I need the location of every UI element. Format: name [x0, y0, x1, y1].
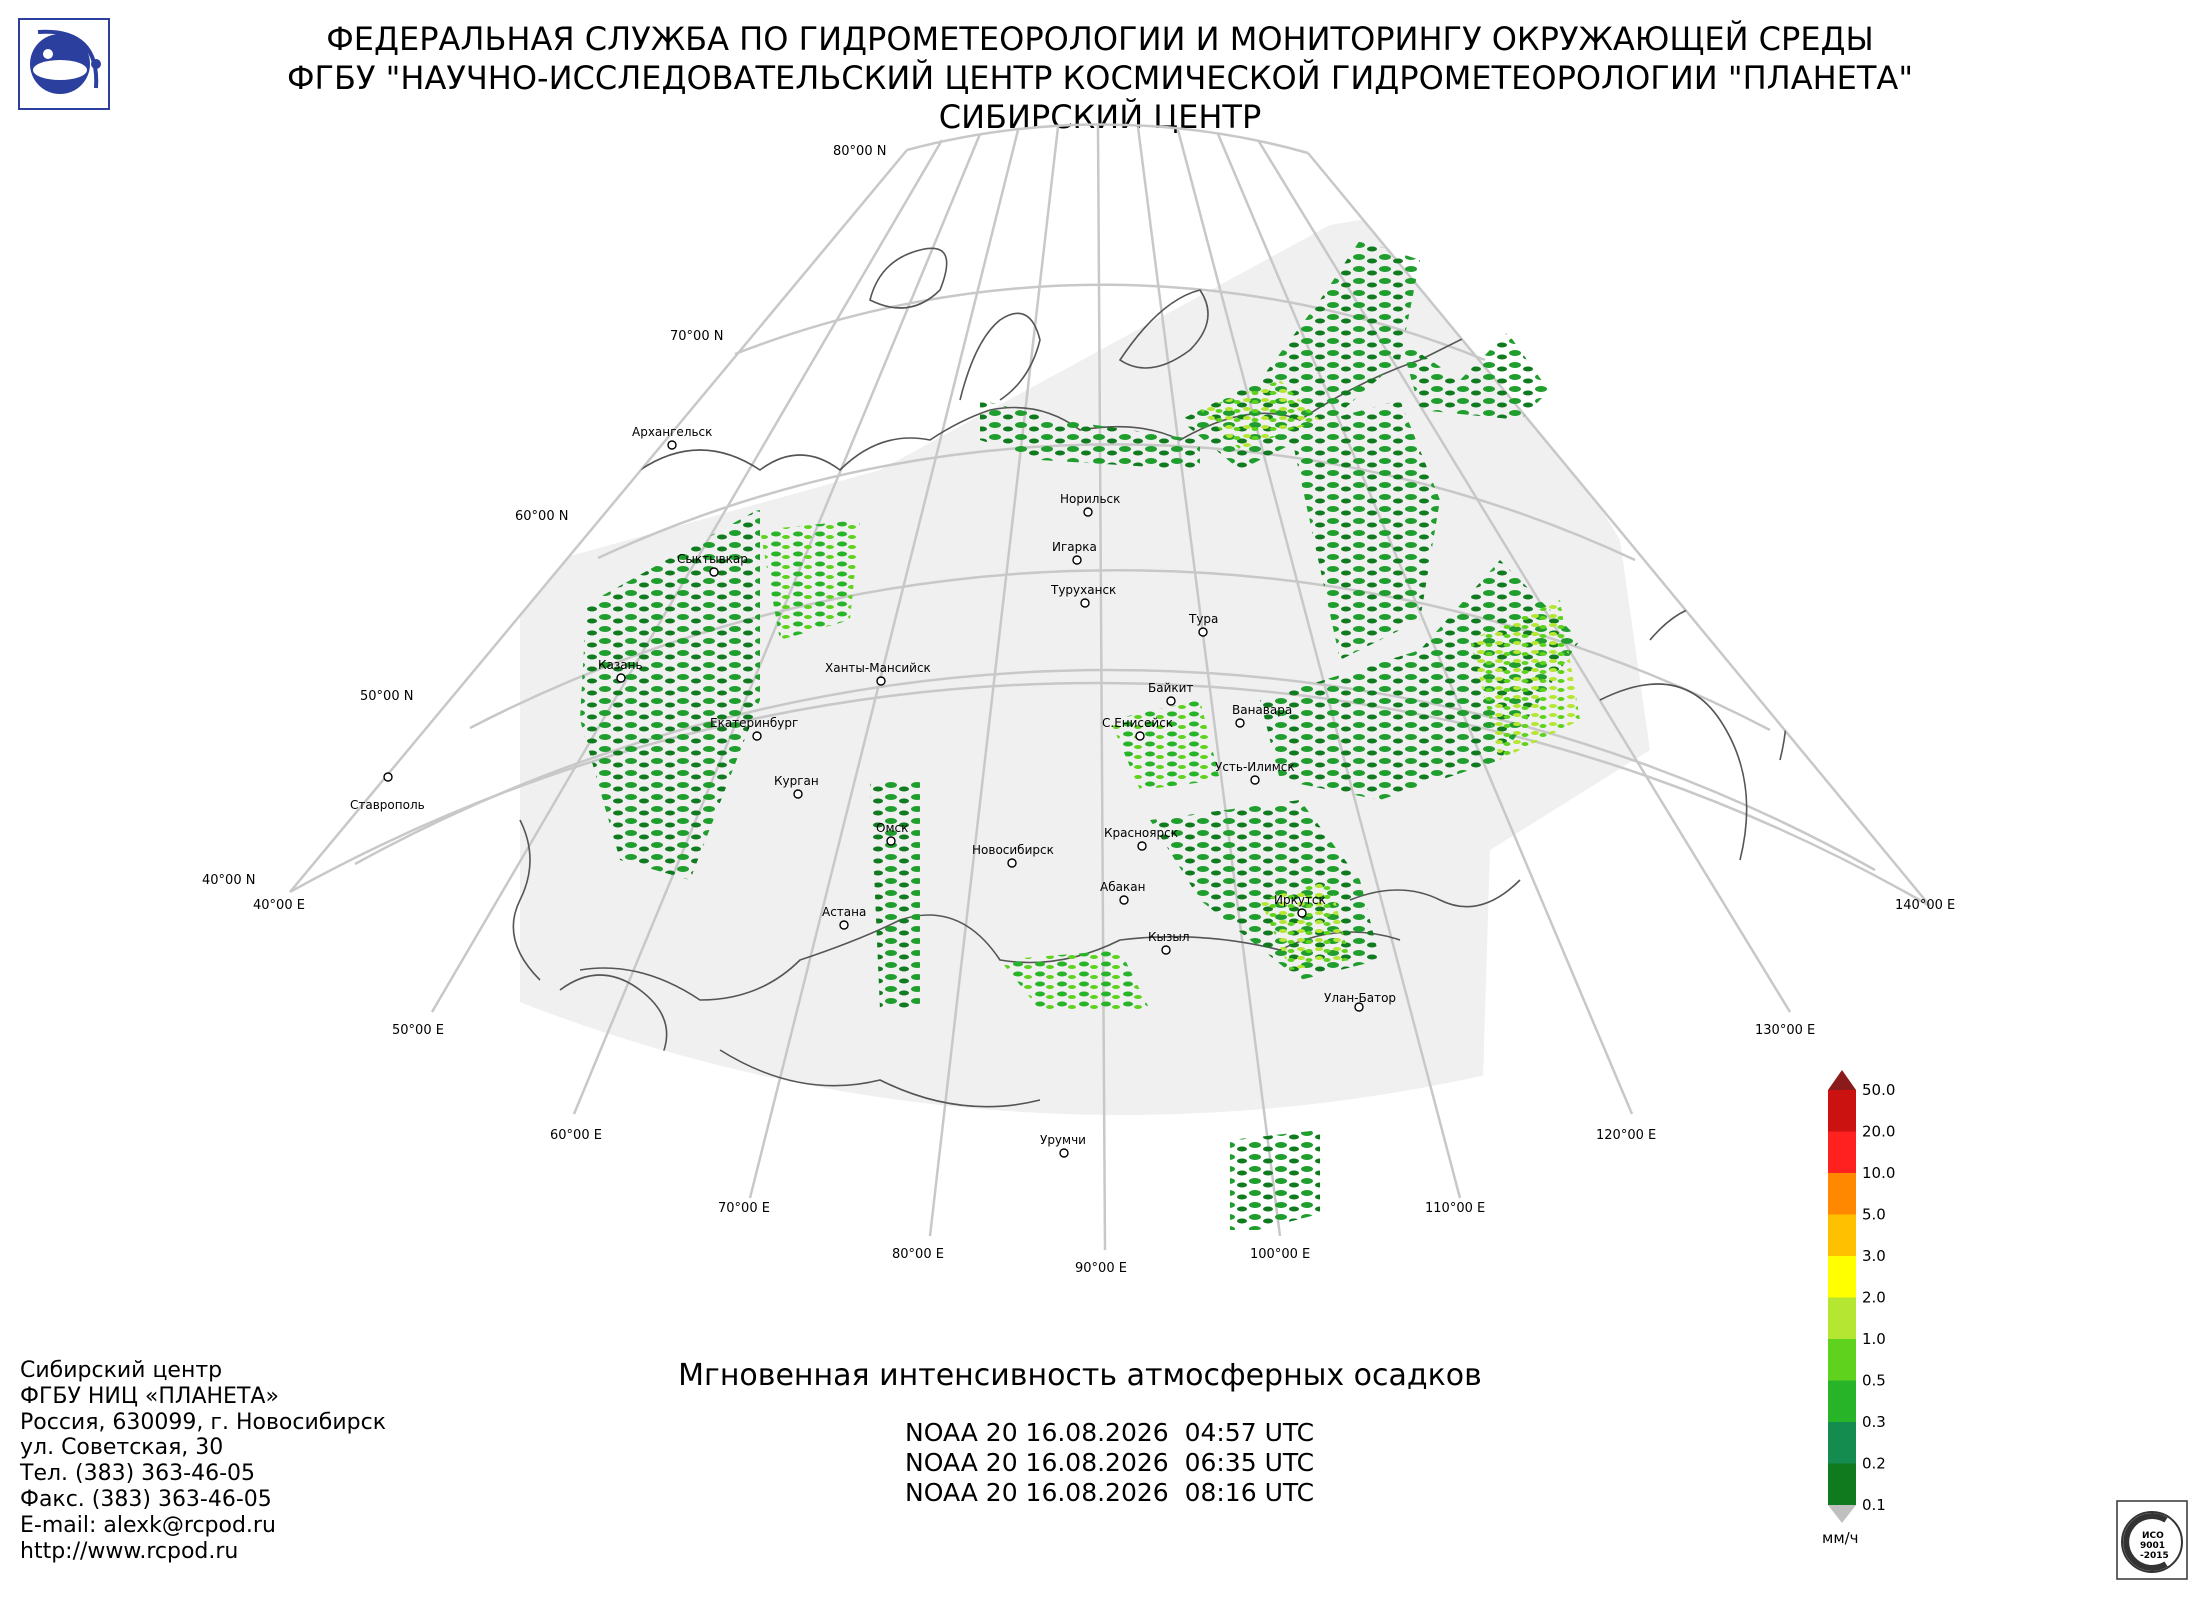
colorbar-tick-label: 0.3: [1862, 1413, 1886, 1431]
colorbar-tick-label: 1.0: [1862, 1330, 1886, 1348]
svg-text:Туруханск: Туруханск: [1050, 583, 1116, 597]
contact-line: ФГБУ НИЦ «ПЛАНЕТА»: [20, 1383, 279, 1409]
svg-text:Ставрополь: Ставрополь: [350, 798, 425, 812]
lon-label-110: 110°00 E: [1425, 1201, 1485, 1216]
lon-label-130: 130°00 E: [1755, 1023, 1815, 1038]
lon-label-120: 120°00 E: [1596, 1128, 1656, 1143]
colorbar-segment: [1828, 1131, 1856, 1173]
lat-label-80: 80°00 N: [833, 144, 886, 159]
lon-label-90: 90°00 E: [1075, 1261, 1127, 1276]
colorbar-tick-label: 0.2: [1862, 1455, 1886, 1473]
map-page: ФЕДЕРАЛЬНАЯ СЛУЖБА ПО ГИДРОМЕТЕОРОЛОГИИ …: [0, 0, 2200, 1600]
product-title: Мгновенная интенсивность атмосферных оса…: [678, 1358, 1482, 1393]
lon-label-80: 80°00 E: [892, 1247, 944, 1262]
svg-text:9001: 9001: [2140, 1541, 2165, 1551]
svg-text:Казань: Казань: [598, 658, 643, 672]
contact-email: E-mail: alexk@rcpod.ru: [20, 1512, 276, 1538]
iso-certification-badge: ИСО 9001 -2015: [2116, 1500, 2188, 1580]
colorbar: 50.0 20.0 10.0 5.0 3.0 2.0 1.0 0.5 0.3 0.2 0.1мм/ч: [1822, 1070, 1895, 1547]
colorbar-segment: [1828, 1090, 1856, 1132]
colorbar-segment: [1828, 1339, 1856, 1381]
colorbar-segment: [1828, 1297, 1856, 1339]
city-urumqi: Урумчи: [1040, 1133, 1086, 1158]
lat-label-50: 50°00 N: [360, 689, 413, 704]
svg-text:Тура: Тура: [1188, 612, 1218, 626]
svg-text:С.Енисейск: С.Енисейск: [1102, 716, 1173, 730]
svg-text:Усть-Илимск: Усть-Илимск: [1215, 760, 1295, 774]
svg-text:Красноярск: Красноярск: [1104, 826, 1178, 840]
svg-text:-2015: -2015: [2140, 1551, 2169, 1561]
svg-text:Курган: Курган: [774, 774, 819, 788]
svg-text:Екатеринбург: Екатеринбург: [710, 716, 798, 730]
pass-line: NOAA 20 16.08.2026 08:16 UTC: [905, 1478, 1315, 1507]
colorbar-tick-label: 10.0: [1862, 1164, 1895, 1182]
svg-text:Урумчи: Урумчи: [1040, 1133, 1086, 1147]
svg-text:Абакан: Абакан: [1100, 880, 1145, 894]
colorbar-segment: [1828, 1214, 1856, 1256]
svg-text:Иркутск: Иркутск: [1274, 893, 1326, 907]
lon-label-140: 140°00 E: [1895, 898, 1955, 913]
svg-text:Архангельск: Архангельск: [632, 425, 712, 439]
colorbar-segment: [1828, 1422, 1856, 1464]
contact-line: Тел. (383) 363-46-05: [20, 1461, 256, 1487]
colorbar-tick-label: 20.0: [1862, 1123, 1895, 1141]
pass-line: NOAA 20 16.08.2026 04:57 UTC: [905, 1418, 1315, 1447]
svg-text:Астана: Астана: [822, 905, 866, 919]
lon-label-100: 100°00 E: [1250, 1247, 1310, 1262]
colorbar-tick-label: 2.0: [1862, 1289, 1886, 1307]
pass-line: NOAA 20 16.08.2026 06:35 UTC: [905, 1448, 1315, 1477]
colorbar-tick-label: 50.0: [1862, 1081, 1895, 1099]
svg-text:Норильск: Норильск: [1060, 492, 1120, 506]
colorbar-tick-label: 5.0: [1862, 1206, 1886, 1224]
svg-text:Ханты-Мансийск: Ханты-Мансийск: [825, 661, 931, 675]
contact-info: Сибирский центр ФГБУ НИЦ «ПЛАНЕТА» Росси…: [20, 1358, 386, 1564]
contact-line: ул. Советская, 30: [20, 1435, 224, 1461]
colorbar-tick-label: 0.5: [1862, 1372, 1886, 1390]
svg-text:ИСО: ИСО: [2142, 1531, 2164, 1541]
svg-text:Сыктывкар: Сыктывкар: [677, 552, 748, 566]
colorbar-segment: [1828, 1380, 1856, 1422]
city-stavropol: Ставрополь: [350, 772, 425, 812]
colorbar-tick-label: 3.0: [1862, 1247, 1886, 1265]
satellite-passes: NOAA 20 16.08.2026 04:57 UTC NOAA 20 16.…: [905, 1418, 1314, 1508]
svg-text:Новосибирск: Новосибирск: [972, 843, 1054, 857]
lon-label-60: 60°00 E: [550, 1128, 602, 1143]
contact-line: Россия, 630099, г. Новосибирск: [20, 1409, 386, 1435]
lat-label-60: 60°00 N: [515, 509, 568, 524]
colorbar-segment: [1828, 1256, 1856, 1298]
svg-text:Ванавара: Ванавара: [1232, 703, 1292, 717]
city-arkhangelsk: Архангельск: [632, 425, 712, 450]
lat-label-70: 70°00 N: [670, 329, 723, 344]
contact-website: http://www.rcpod.ru: [20, 1538, 239, 1564]
colorbar-tick-label: 0.1: [1862, 1496, 1886, 1514]
contact-line: Сибирский центр: [20, 1358, 223, 1383]
lon-label-70: 70°00 E: [718, 1201, 770, 1216]
svg-text:Омск: Омск: [876, 821, 908, 835]
lon-label-40: 40°00 E: [253, 898, 305, 913]
colorbar-segment: [1828, 1173, 1856, 1215]
lat-label-40: 40°00 N: [202, 873, 255, 888]
colorbar-unit: мм/ч: [1822, 1529, 1859, 1547]
svg-text:Байкит: Байкит: [1148, 681, 1193, 695]
colorbar-extend-bottom: [1828, 1505, 1856, 1523]
svg-text:Кызыл: Кызыл: [1148, 930, 1190, 944]
contact-line: Факс. (383) 363-46-05: [20, 1486, 272, 1512]
svg-text:Улан-Батор: Улан-Батор: [1324, 991, 1396, 1005]
svg-text:Игарка: Игарка: [1052, 540, 1097, 554]
lon-label-50: 50°00 E: [392, 1023, 444, 1038]
colorbar-extend-top: [1828, 1070, 1856, 1090]
colorbar-segment: [1828, 1463, 1856, 1505]
